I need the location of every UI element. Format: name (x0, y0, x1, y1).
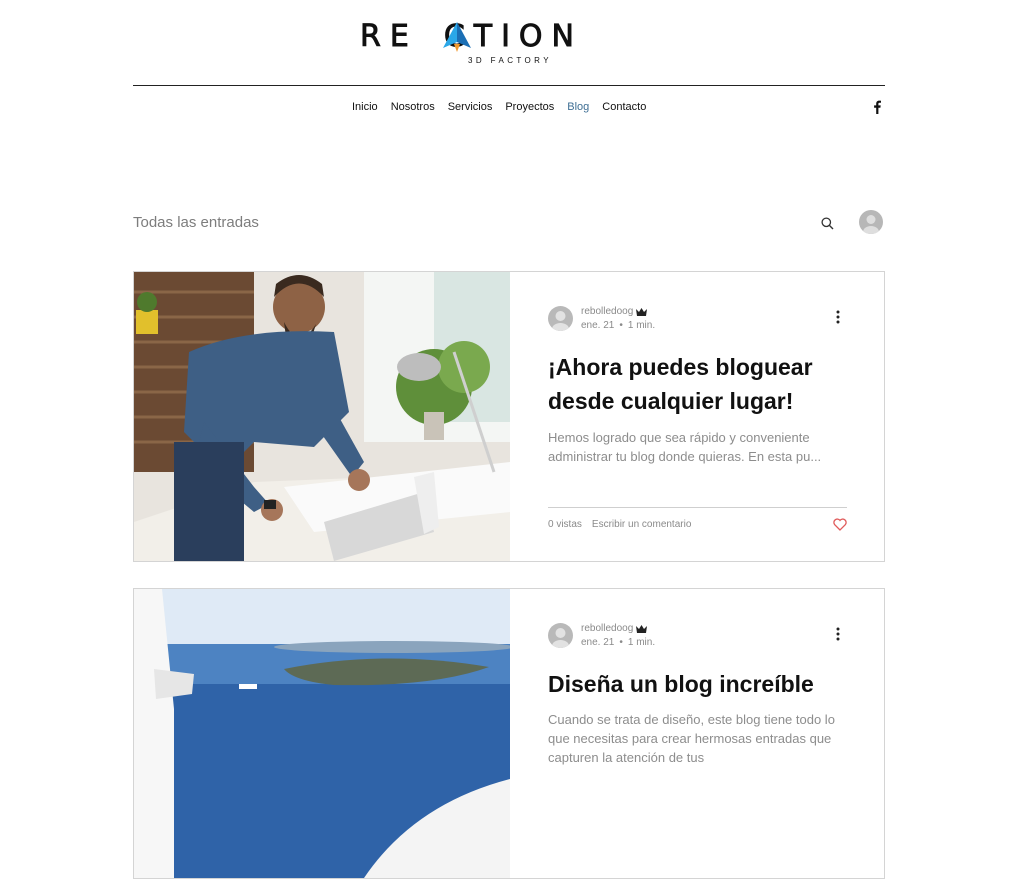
blog-post-card: rebolledoog ene. 21 • 1 min. ¡Ahora puedes… (133, 271, 885, 562)
crown-icon (636, 625, 647, 633)
crown-icon (636, 308, 647, 316)
all-posts-filter[interactable]: Todas las entradas (133, 214, 259, 231)
post-cover-image[interactable] (134, 272, 510, 561)
nav-item-blog[interactable]: Blog (567, 101, 589, 113)
post-content: rebolledoog ene. 21 • 1 min. ¡Ahora puedes… (510, 272, 884, 561)
meta-dot: • (619, 637, 623, 648)
facebook-icon[interactable] (872, 100, 882, 114)
post-content: rebolledoog ene. 21 • 1 min. Diseña un blo… (510, 589, 884, 878)
post-divider (548, 507, 847, 508)
blog-post-card: rebolledoog ene. 21 • 1 min. Diseña un blo… (133, 588, 885, 879)
read-time: 1 min. (627, 320, 656, 331)
post-date: ene. 21 (581, 637, 615, 648)
user-avatar-icon[interactable] (859, 210, 883, 234)
author-name[interactable]: rebolledoog (581, 623, 633, 634)
more-options-icon[interactable] (836, 627, 840, 641)
author-avatar[interactable] (548, 306, 573, 331)
logo-text-left: RE (360, 19, 418, 54)
post-date: ene. 21 (581, 320, 615, 331)
author-name[interactable]: rebolledoog (581, 306, 633, 317)
post-title[interactable]: ¡Ahora puedes bloguear desde cualquier l… (548, 350, 858, 418)
heart-icon[interactable] (833, 518, 847, 531)
search-icon[interactable] (821, 217, 834, 230)
logo-wordmark: RE CTION (360, 19, 583, 54)
post-title[interactable]: Diseña un blog increíble (548, 667, 858, 701)
read-time: 1 min. (627, 637, 656, 648)
nav-item-nosotros[interactable]: Nosotros (391, 101, 435, 113)
write-comment-link[interactable]: Escribir un comentario (592, 519, 691, 530)
nav-item-contacto[interactable]: Contacto (602, 101, 646, 113)
logo-subtitle: 3D FACTORY (468, 56, 552, 65)
nav-item-proyectos[interactable]: Proyectos (505, 101, 554, 113)
meta-dot: • (619, 320, 623, 331)
post-excerpt[interactable]: Cuando se trata de diseño, este blog tie… (548, 710, 848, 770)
post-meta: ene. 21 • 1 min. (581, 637, 655, 648)
header-divider (133, 85, 885, 86)
paper-plane-icon (443, 22, 471, 52)
nav-item-servicios[interactable]: Servicios (448, 101, 493, 113)
post-stats: 0 vistas Escribir un comentario (548, 519, 691, 530)
main-nav: Inicio Nosotros Servicios Proyectos Blog… (352, 101, 659, 113)
more-options-icon[interactable] (836, 310, 840, 324)
view-count: 0 vistas (548, 519, 582, 530)
post-cover-image[interactable] (134, 589, 510, 878)
post-excerpt[interactable]: Hemos logrado que sea rápido y convenien… (548, 428, 848, 466)
nav-item-inicio[interactable]: Inicio (352, 101, 378, 113)
site-logo[interactable]: RE CTION 3D FACTORY (360, 19, 660, 68)
author-avatar[interactable] (548, 623, 573, 648)
post-meta: ene. 21 • 1 min. (581, 320, 655, 331)
